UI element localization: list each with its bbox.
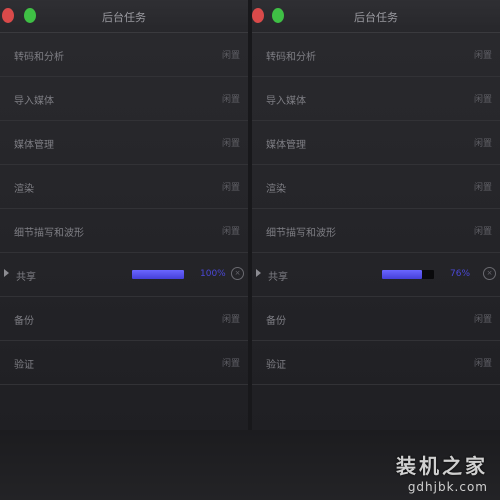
task-label: 转码和分析 [14,52,64,63]
task-label: 验证 [266,360,286,371]
task-row-backup[interactable]: 备份 闲置 [0,297,248,341]
task-row-media-management[interactable]: 媒体管理 闲置 [0,121,248,165]
task-row-verify[interactable]: 验证 闲置 [252,341,500,385]
task-status: 闲置 [221,51,240,61]
task-label: 渲染 [266,184,286,195]
task-row-transcode[interactable]: 转码和分析 闲置 [252,33,500,77]
task-label: 验证 [14,360,34,371]
disclosure-arrow-icon[interactable] [256,269,261,277]
task-status: 闲置 [221,315,240,325]
stop-circle-icon[interactable]: × [483,267,496,280]
task-label: 备份 [266,316,286,327]
task-row-share[interactable]: 共享 100% × [0,253,248,297]
watermark-text: 装机之家 [396,454,488,478]
task-row-thumbnails-waveforms[interactable]: 细节描写和波形 闲置 [252,209,500,253]
task-list: 转码和分析 闲置 导入媒体 闲置 媒体管理 闲置 渲染 闲置 细节描写和波形 闲… [0,33,248,385]
task-status: 闲置 [473,51,492,61]
task-status: 闲置 [221,139,240,149]
task-row-transcode[interactable]: 转码和分析 闲置 [0,33,248,77]
task-row-share[interactable]: 共享 76% × [252,253,500,297]
task-label: 转码和分析 [266,52,316,63]
background-tasks-window-left: 后台任务 转码和分析 闲置 导入媒体 闲置 媒体管理 闲置 渲染 闲置 细节描写… [0,0,248,430]
task-row-import[interactable]: 导入媒体 闲置 [0,77,248,121]
stop-circle-icon[interactable]: × [231,267,244,280]
task-row-media-management[interactable]: 媒体管理 闲置 [252,121,500,165]
progress-percent: 100% [200,269,226,279]
task-row-import[interactable]: 导入媒体 闲置 [252,77,500,121]
window-title: 后台任务 [102,11,146,24]
window-title: 后台任务 [354,11,398,24]
task-label: 导入媒体 [266,96,306,107]
progress-fill [382,270,422,279]
task-row-verify[interactable]: 验证 闲置 [0,341,248,385]
task-row-backup[interactable]: 备份 闲置 [252,297,500,341]
progress-bar [132,270,184,279]
task-label: 媒体管理 [14,140,54,151]
task-label: 媒体管理 [266,140,306,151]
task-status: 闲置 [221,95,240,105]
task-status: 闲置 [473,183,492,193]
watermark: 装机之家 gdhjbk.com [396,450,488,494]
task-list: 转码和分析 闲置 导入媒体 闲置 媒体管理 闲置 渲染 闲置 细节描写和波形 闲… [252,33,500,385]
task-row-render[interactable]: 渲染 闲置 [0,165,248,209]
task-status: 闲置 [221,183,240,193]
task-label: 导入媒体 [14,96,54,107]
task-row-thumbnails-waveforms[interactable]: 细节描写和波形 闲置 [0,209,248,253]
task-status: 闲置 [221,227,240,237]
task-status: 闲置 [473,95,492,105]
background-tasks-window-right: 后台任务 转码和分析 闲置 导入媒体 闲置 媒体管理 闲置 渲染 闲置 细节描写… [252,0,500,430]
title-bar: 后台任务 [252,0,500,33]
task-status: 闲置 [473,139,492,149]
task-status: 闲置 [221,359,240,369]
task-row-render[interactable]: 渲染 闲置 [252,165,500,209]
task-label: 渲染 [14,184,34,195]
progress-fill [132,270,184,279]
watermark-domain: gdhjbk.com [407,480,488,494]
task-label: 细节描写和波形 [14,228,84,239]
task-status: 闲置 [473,227,492,237]
title-bar: 后台任务 [0,0,248,33]
disclosure-arrow-icon[interactable] [4,269,9,277]
task-status: 闲置 [473,359,492,369]
task-label: 备份 [14,316,34,327]
task-label: 共享 [268,272,288,283]
task-label: 共享 [16,272,36,283]
progress-bar [382,270,434,279]
progress-percent: 76% [450,269,471,279]
task-status: 闲置 [473,315,492,325]
task-label: 细节描写和波形 [266,228,336,239]
